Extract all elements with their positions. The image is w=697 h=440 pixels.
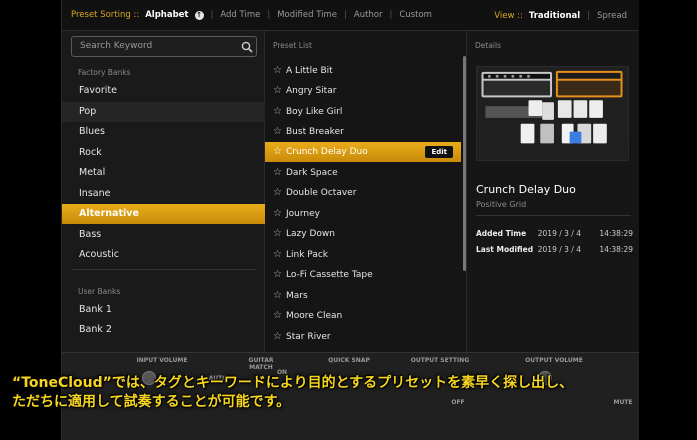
added-time: 14:38:29 bbox=[599, 229, 633, 238]
preset-list-header: Preset List bbox=[273, 41, 312, 50]
star-icon[interactable]: ☆ bbox=[273, 102, 282, 122]
bank-insane[interactable]: Insane bbox=[62, 184, 265, 204]
output-setting-label: OUTPUT SETTING bbox=[410, 357, 470, 364]
bank-user-1[interactable]: Bank 1 bbox=[62, 300, 265, 320]
sort-modified-time[interactable]: Modified Time bbox=[277, 10, 337, 20]
edit-button[interactable]: Edit bbox=[425, 146, 453, 158]
star-icon[interactable]: ☆ bbox=[273, 183, 282, 203]
view-label: View :: bbox=[494, 10, 523, 21]
output-volume-label: OUTPUT VOLUME bbox=[525, 357, 583, 364]
bank-pop[interactable]: Pop bbox=[62, 102, 265, 122]
preset-item[interactable]: ☆ A Little Bit bbox=[265, 61, 461, 81]
bank-panel: Search Keyword Factory Banks Favorite Po… bbox=[62, 31, 265, 352]
view-traditional[interactable]: Traditional bbox=[529, 11, 580, 21]
input-volume-label: INPUT VOLUME bbox=[136, 357, 188, 364]
sort-alphabet[interactable]: Alphabet bbox=[145, 10, 188, 20]
caption-line-2: ただちに適用して試奏することが可能です。 bbox=[12, 394, 291, 410]
bank-rock[interactable]: Rock bbox=[62, 143, 265, 163]
search-input[interactable]: Search Keyword bbox=[71, 36, 257, 57]
factory-banks-header: Factory Banks bbox=[78, 68, 131, 77]
quick-snap-label: QUICK SNAP bbox=[328, 357, 370, 364]
modified-time: 14:38:29 bbox=[599, 245, 633, 254]
bank-acoustic[interactable]: Acoustic bbox=[62, 245, 265, 265]
preset-item-selected[interactable]: ☆ Crunch Delay Duo Edit bbox=[265, 142, 461, 162]
preset-item[interactable]: ☆ Bust Breaker bbox=[265, 122, 461, 142]
scrollbar[interactable] bbox=[463, 56, 466, 271]
star-icon[interactable]: ☆ bbox=[273, 224, 282, 244]
preset-item[interactable]: ☆ Dark Space bbox=[265, 163, 461, 183]
rig-thumbnail bbox=[476, 66, 629, 161]
bank-metal[interactable]: Metal bbox=[62, 163, 265, 183]
sort-custom[interactable]: Custom bbox=[399, 10, 432, 20]
sort-author[interactable]: Author bbox=[354, 10, 383, 20]
preset-item[interactable]: ☆ Double Octaver bbox=[265, 183, 461, 203]
preset-item[interactable]: ☆ Moore Clean bbox=[265, 306, 461, 326]
user-banks-header: User Banks bbox=[78, 287, 121, 296]
preset-item[interactable]: ☆ Mars bbox=[265, 286, 461, 306]
star-icon[interactable]: ☆ bbox=[273, 204, 282, 224]
preset-item[interactable]: ☆ Star River bbox=[265, 327, 461, 347]
preset-item[interactable]: ☆ Lo-Fi Cassette Tape bbox=[265, 265, 461, 285]
modified-date: 2019 / 3 / 4 bbox=[537, 245, 581, 254]
preset-list-panel: Preset List ☆ A Little Bit ☆ Angry Sitar ☆… bbox=[265, 31, 467, 352]
details-panel: Details Crunch Delay Duo Positive Grid A… bbox=[467, 31, 639, 352]
view-switch: View :: Traditional | Spread bbox=[494, 10, 627, 21]
last-modified-label: Last Modified bbox=[476, 245, 534, 254]
added-date: 2019 / 3 / 4 bbox=[537, 229, 581, 238]
view-spread[interactable]: Spread bbox=[597, 11, 627, 21]
caption-overlay: “ToneCloud”では、タグとキーワードにより目的とするプリセットを素早く探… bbox=[12, 374, 692, 412]
star-icon[interactable]: ☆ bbox=[273, 245, 282, 265]
star-icon[interactable]: ☆ bbox=[273, 327, 282, 347]
added-time-label: Added Time bbox=[476, 229, 527, 238]
caption-line-1: “ToneCloud”では、タグとキーワードにより目的とするプリセットを素早く探… bbox=[12, 375, 574, 391]
sort-direction-icon[interactable]: ↑ bbox=[194, 10, 204, 20]
preset-item[interactable]: ☆ Journey bbox=[265, 204, 461, 224]
preset-author: Positive Grid bbox=[476, 200, 527, 209]
preset-item[interactable]: ☆ Lazy Down bbox=[265, 224, 461, 244]
bank-bass[interactable]: Bass bbox=[62, 225, 265, 245]
star-icon[interactable]: ☆ bbox=[273, 286, 282, 306]
star-icon[interactable]: ☆ bbox=[273, 265, 282, 285]
divider bbox=[71, 269, 257, 270]
star-icon[interactable]: ☆ bbox=[273, 122, 282, 142]
bank-favorite[interactable]: Favorite bbox=[62, 81, 265, 101]
bank-alternative[interactable]: Alternative bbox=[62, 204, 265, 224]
bank-blues[interactable]: Blues bbox=[62, 122, 265, 142]
preset-name: Crunch Delay Duo bbox=[476, 183, 576, 196]
star-icon[interactable]: ☆ bbox=[273, 306, 282, 326]
details-header: Details bbox=[475, 41, 502, 50]
preset-item[interactable]: ☆ Boy Like Girl bbox=[265, 102, 461, 122]
search-icon[interactable] bbox=[241, 41, 253, 53]
sort-add-time[interactable]: Add Time bbox=[220, 10, 260, 20]
toolbar: Preset Sorting :: Alphabet ↑ | Add Time … bbox=[62, 0, 639, 31]
star-icon[interactable]: ☆ bbox=[273, 81, 282, 101]
star-icon[interactable]: ☆ bbox=[273, 163, 282, 183]
divider bbox=[476, 215, 631, 216]
preset-item[interactable]: ☆ Angry Sitar bbox=[265, 81, 461, 101]
bank-user-2[interactable]: Bank 2 bbox=[62, 320, 265, 340]
preset-item[interactable]: ☆ Link Pack bbox=[265, 245, 461, 265]
preset-sorting-label: Preset Sorting :: bbox=[71, 10, 140, 20]
star-icon[interactable]: ☆ bbox=[273, 142, 282, 162]
star-icon[interactable]: ☆ bbox=[273, 61, 282, 81]
